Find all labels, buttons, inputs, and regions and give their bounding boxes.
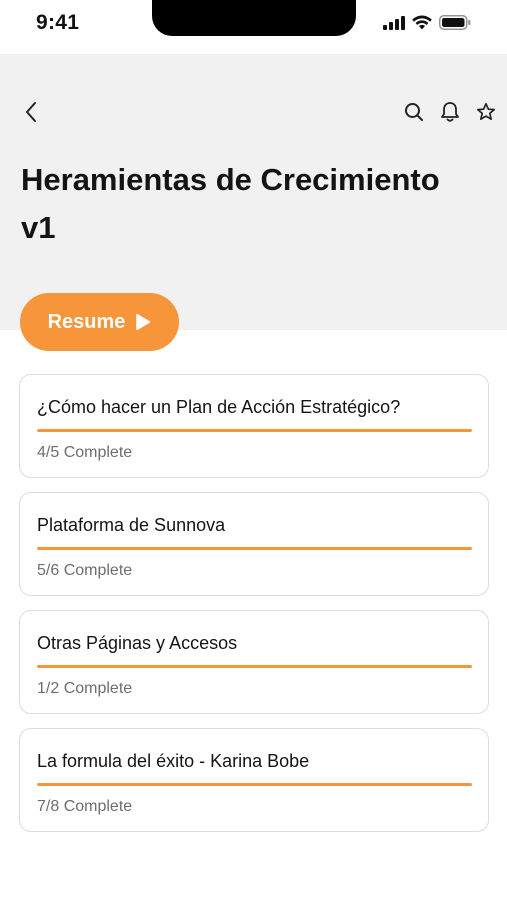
course-progress-bar bbox=[37, 547, 472, 550]
device-notch bbox=[152, 0, 356, 36]
status-bar: 9:41 bbox=[0, 0, 507, 54]
search-button[interactable] bbox=[401, 98, 427, 126]
page-title: Heramientas de Crecimiento v1 bbox=[21, 162, 440, 245]
course-title: La formula del éxito - Karina Bobe bbox=[37, 751, 310, 771]
play-icon bbox=[136, 313, 151, 331]
course-title: ¿Cómo hacer un Plan de Acción Estratégic… bbox=[37, 397, 401, 417]
course-status: 5/6 Complete bbox=[37, 562, 133, 579]
resume-button[interactable]: Resume bbox=[20, 293, 179, 351]
course-card[interactable]: ¿Cómo hacer un Plan de Acción Estratégic… bbox=[19, 374, 489, 478]
course-progress-bar bbox=[37, 665, 472, 668]
course-progress-bar bbox=[37, 429, 472, 432]
status-icons bbox=[383, 15, 471, 30]
course-status: 4/5 Complete bbox=[37, 444, 133, 461]
wifi-icon bbox=[412, 15, 432, 30]
course-progress-fill bbox=[37, 547, 472, 550]
course-card[interactable]: Otras Páginas y Accesos 1/2 Complete bbox=[19, 610, 489, 714]
course-list: ¿Cómo hacer un Plan de Acción Estratégic… bbox=[19, 374, 489, 846]
cellular-signal-icon bbox=[383, 15, 405, 30]
course-progress-fill bbox=[37, 783, 472, 786]
course-progress-bar bbox=[37, 783, 472, 786]
search-icon bbox=[405, 103, 423, 121]
course-status: 1/2 Complete bbox=[37, 680, 133, 697]
course-title: Otras Páginas y Accesos bbox=[37, 633, 238, 653]
course-card[interactable]: La formula del éxito - Karina Bobe 7/8 C… bbox=[19, 728, 489, 832]
course-status: 7/8 Complete bbox=[37, 798, 133, 815]
course-progress-fill bbox=[37, 429, 472, 432]
course-card[interactable]: Plataforma de Sunnova 5/6 Complete bbox=[19, 492, 489, 596]
favorite-button[interactable] bbox=[473, 98, 499, 126]
bell-icon bbox=[441, 102, 459, 122]
header-actions bbox=[401, 98, 499, 126]
resume-label: Resume bbox=[47, 310, 126, 333]
star-icon bbox=[476, 102, 496, 121]
status-time: 9:41 bbox=[36, 11, 80, 34]
battery-icon bbox=[439, 15, 471, 30]
back-button[interactable] bbox=[18, 98, 44, 126]
notifications-button[interactable] bbox=[437, 98, 463, 126]
course-title: Plataforma de Sunnova bbox=[37, 515, 226, 535]
back-chevron-icon bbox=[26, 102, 36, 122]
course-progress-fill bbox=[37, 665, 472, 668]
